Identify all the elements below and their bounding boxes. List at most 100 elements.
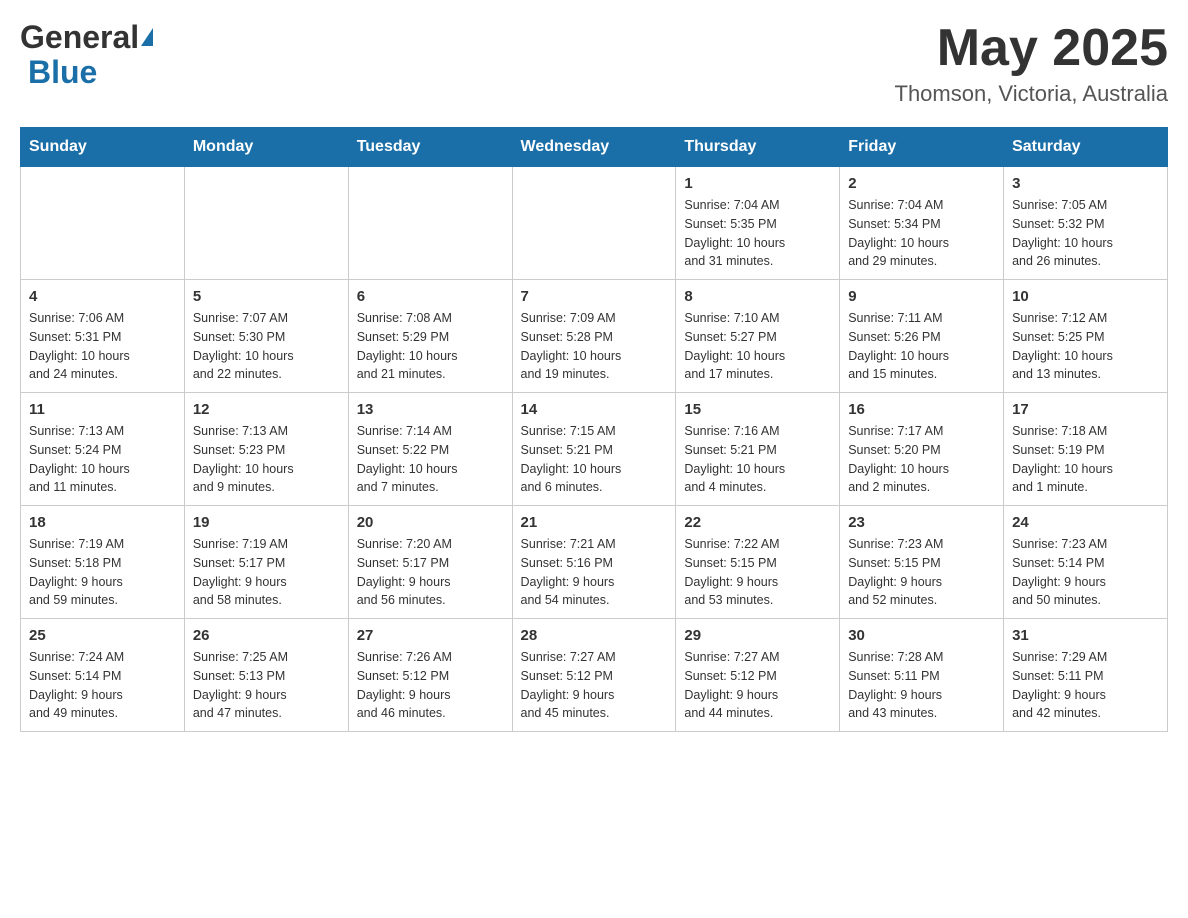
calendar-cell: 11 Sunrise: 7:13 AM Sunset: 5:24 PM Dayli… — [21, 393, 185, 506]
day-info: Sunrise: 7:23 AM Sunset: 5:15 PM Dayligh… — [848, 535, 995, 610]
calendar-cell: 3 Sunrise: 7:05 AM Sunset: 5:32 PM Daylig… — [1004, 167, 1168, 280]
day-number: 12 — [193, 401, 340, 418]
calendar-cell: 15 Sunrise: 7:16 AM Sunset: 5:21 PM Dayli… — [676, 393, 840, 506]
calendar-week-3: 11 Sunrise: 7:13 AM Sunset: 5:24 PM Dayli… — [21, 393, 1168, 506]
calendar-cell: 6Sunrise: 7:08 AM Sunset: 5:29 PM Daylig… — [348, 280, 512, 393]
day-info: Sunrise: 7:12 AM Sunset: 5:25 PM Dayligh… — [1012, 309, 1159, 384]
calendar-cell: 17 Sunrise: 7:18 AM Sunset: 5:19 PM Dayli… — [1004, 393, 1168, 506]
weekday-header-friday: Friday — [840, 128, 1004, 167]
calendar-cell: 2 Sunrise: 7:04 AM Sunset: 5:34 PM Daylig… — [840, 167, 1004, 280]
day-info: Sunrise: 7:28 AM Sunset: 5:11 PM Dayligh… — [848, 648, 995, 723]
calendar-cell — [348, 167, 512, 280]
day-number: 18 — [29, 514, 176, 531]
calendar-week-1: 1 Sunrise: 7:04 AM Sunset: 5:35 PM Daylig… — [21, 167, 1168, 280]
day-info: Sunrise: 7:21 AM Sunset: 5:16 PM Dayligh… — [521, 535, 668, 610]
calendar-cell: 5Sunrise: 7:07 AM Sunset: 5:30 PM Daylig… — [184, 280, 348, 393]
day-number: 24 — [1012, 514, 1159, 531]
day-number: 23 — [848, 514, 995, 531]
day-info: Sunrise: 7:19 AM Sunset: 5:17 PM Dayligh… — [193, 535, 340, 610]
calendar-cell — [512, 167, 676, 280]
calendar-cell: 26 Sunrise: 7:25 AM Sunset: 5:13 PM Dayli… — [184, 619, 348, 732]
logo-general-text: General — [20, 20, 139, 55]
day-number: 8 — [684, 288, 831, 305]
day-info: Sunrise: 7:05 AM Sunset: 5:32 PM Dayligh… — [1012, 196, 1159, 271]
day-number: 10 — [1012, 288, 1159, 305]
day-number: 19 — [193, 514, 340, 531]
calendar-cell: 30 Sunrise: 7:28 AM Sunset: 5:11 PM Dayli… — [840, 619, 1004, 732]
logo-triangle-icon — [141, 28, 153, 46]
day-info: Sunrise: 7:23 AM Sunset: 5:14 PM Dayligh… — [1012, 535, 1159, 610]
calendar-cell — [21, 167, 185, 280]
calendar-subtitle: Thomson, Victoria, Australia — [895, 81, 1169, 107]
day-number: 25 — [29, 627, 176, 644]
calendar-cell: 19 Sunrise: 7:19 AM Sunset: 5:17 PM Dayli… — [184, 506, 348, 619]
day-number: 26 — [193, 627, 340, 644]
day-info: Sunrise: 7:27 AM Sunset: 5:12 PM Dayligh… — [521, 648, 668, 723]
calendar-cell: 8 Sunrise: 7:10 AM Sunset: 5:27 PM Daylig… — [676, 280, 840, 393]
day-info: Sunrise: 7:07 AM Sunset: 5:30 PM Dayligh… — [193, 309, 340, 384]
day-info: Sunrise: 7:06 AM Sunset: 5:31 PM Dayligh… — [29, 309, 176, 384]
calendar-cell: 16Sunrise: 7:17 AM Sunset: 5:20 PM Dayli… — [840, 393, 1004, 506]
day-info: Sunrise: 7:16 AM Sunset: 5:21 PM Dayligh… — [684, 422, 831, 497]
calendar-table: SundayMondayTuesdayWednesdayThursdayFrid… — [20, 127, 1168, 732]
day-number: 15 — [684, 401, 831, 418]
day-number: 21 — [521, 514, 668, 531]
calendar-cell: 7 Sunrise: 7:09 AM Sunset: 5:28 PM Daylig… — [512, 280, 676, 393]
day-info: Sunrise: 7:10 AM Sunset: 5:27 PM Dayligh… — [684, 309, 831, 384]
day-info: Sunrise: 7:26 AM Sunset: 5:12 PM Dayligh… — [357, 648, 504, 723]
day-info: Sunrise: 7:04 AM Sunset: 5:35 PM Dayligh… — [684, 196, 831, 271]
weekday-header-tuesday: Tuesday — [348, 128, 512, 167]
day-number: 9 — [848, 288, 995, 305]
day-number: 28 — [521, 627, 668, 644]
title-area: May 2025 Thomson, Victoria, Australia — [895, 20, 1169, 107]
day-info: Sunrise: 7:18 AM Sunset: 5:19 PM Dayligh… — [1012, 422, 1159, 497]
calendar-cell: 14 Sunrise: 7:15 AM Sunset: 5:21 PM Dayli… — [512, 393, 676, 506]
calendar-cell: 28 Sunrise: 7:27 AM Sunset: 5:12 PM Dayli… — [512, 619, 676, 732]
day-number: 1 — [684, 175, 831, 192]
calendar-week-2: 4 Sunrise: 7:06 AM Sunset: 5:31 PM Daylig… — [21, 280, 1168, 393]
day-number: 7 — [521, 288, 668, 305]
day-number: 31 — [1012, 627, 1159, 644]
calendar-cell: 31 Sunrise: 7:29 AM Sunset: 5:11 PM Dayli… — [1004, 619, 1168, 732]
day-info: Sunrise: 7:09 AM Sunset: 5:28 PM Dayligh… — [521, 309, 668, 384]
calendar-cell: 12 Sunrise: 7:13 AM Sunset: 5:23 PM Dayli… — [184, 393, 348, 506]
day-info: Sunrise: 7:27 AM Sunset: 5:12 PM Dayligh… — [684, 648, 831, 723]
calendar-cell: 29 Sunrise: 7:27 AM Sunset: 5:12 PM Dayli… — [676, 619, 840, 732]
weekday-header-row: SundayMondayTuesdayWednesdayThursdayFrid… — [21, 128, 1168, 167]
day-number: 27 — [357, 627, 504, 644]
weekday-header-saturday: Saturday — [1004, 128, 1168, 167]
calendar-cell: 13Sunrise: 7:14 AM Sunset: 5:22 PM Dayli… — [348, 393, 512, 506]
day-number: 2 — [848, 175, 995, 192]
day-number: 20 — [357, 514, 504, 531]
day-number: 11 — [29, 401, 176, 418]
day-number: 29 — [684, 627, 831, 644]
day-info: Sunrise: 7:24 AM Sunset: 5:14 PM Dayligh… — [29, 648, 176, 723]
day-info: Sunrise: 7:19 AM Sunset: 5:18 PM Dayligh… — [29, 535, 176, 610]
day-info: Sunrise: 7:20 AM Sunset: 5:17 PM Dayligh… — [357, 535, 504, 610]
logo: General Blue — [20, 20, 153, 90]
calendar-cell: 20 Sunrise: 7:20 AM Sunset: 5:17 PM Dayli… — [348, 506, 512, 619]
weekday-header-thursday: Thursday — [676, 128, 840, 167]
calendar-title: May 2025 — [895, 20, 1169, 77]
calendar-cell: 22Sunrise: 7:22 AM Sunset: 5:15 PM Dayli… — [676, 506, 840, 619]
day-number: 4 — [29, 288, 176, 305]
day-info: Sunrise: 7:17 AM Sunset: 5:20 PM Dayligh… — [848, 422, 995, 497]
day-info: Sunrise: 7:13 AM Sunset: 5:23 PM Dayligh… — [193, 422, 340, 497]
weekday-header-monday: Monday — [184, 128, 348, 167]
day-number: 17 — [1012, 401, 1159, 418]
day-number: 14 — [521, 401, 668, 418]
day-number: 30 — [848, 627, 995, 644]
calendar-cell — [184, 167, 348, 280]
day-info: Sunrise: 7:08 AM Sunset: 5:29 PM Dayligh… — [357, 309, 504, 384]
day-info: Sunrise: 7:15 AM Sunset: 5:21 PM Dayligh… — [521, 422, 668, 497]
calendar-cell: 9Sunrise: 7:11 AM Sunset: 5:26 PM Daylig… — [840, 280, 1004, 393]
day-info: Sunrise: 7:25 AM Sunset: 5:13 PM Dayligh… — [193, 648, 340, 723]
day-info: Sunrise: 7:13 AM Sunset: 5:24 PM Dayligh… — [29, 422, 176, 497]
day-info: Sunrise: 7:29 AM Sunset: 5:11 PM Dayligh… — [1012, 648, 1159, 723]
day-number: 3 — [1012, 175, 1159, 192]
calendar-week-4: 18 Sunrise: 7:19 AM Sunset: 5:18 PM Dayli… — [21, 506, 1168, 619]
calendar-cell: 4 Sunrise: 7:06 AM Sunset: 5:31 PM Daylig… — [21, 280, 185, 393]
calendar-cell: 27 Sunrise: 7:26 AM Sunset: 5:12 PM Dayli… — [348, 619, 512, 732]
day-info: Sunrise: 7:04 AM Sunset: 5:34 PM Dayligh… — [848, 196, 995, 271]
calendar-cell: 23 Sunrise: 7:23 AM Sunset: 5:15 PM Dayli… — [840, 506, 1004, 619]
